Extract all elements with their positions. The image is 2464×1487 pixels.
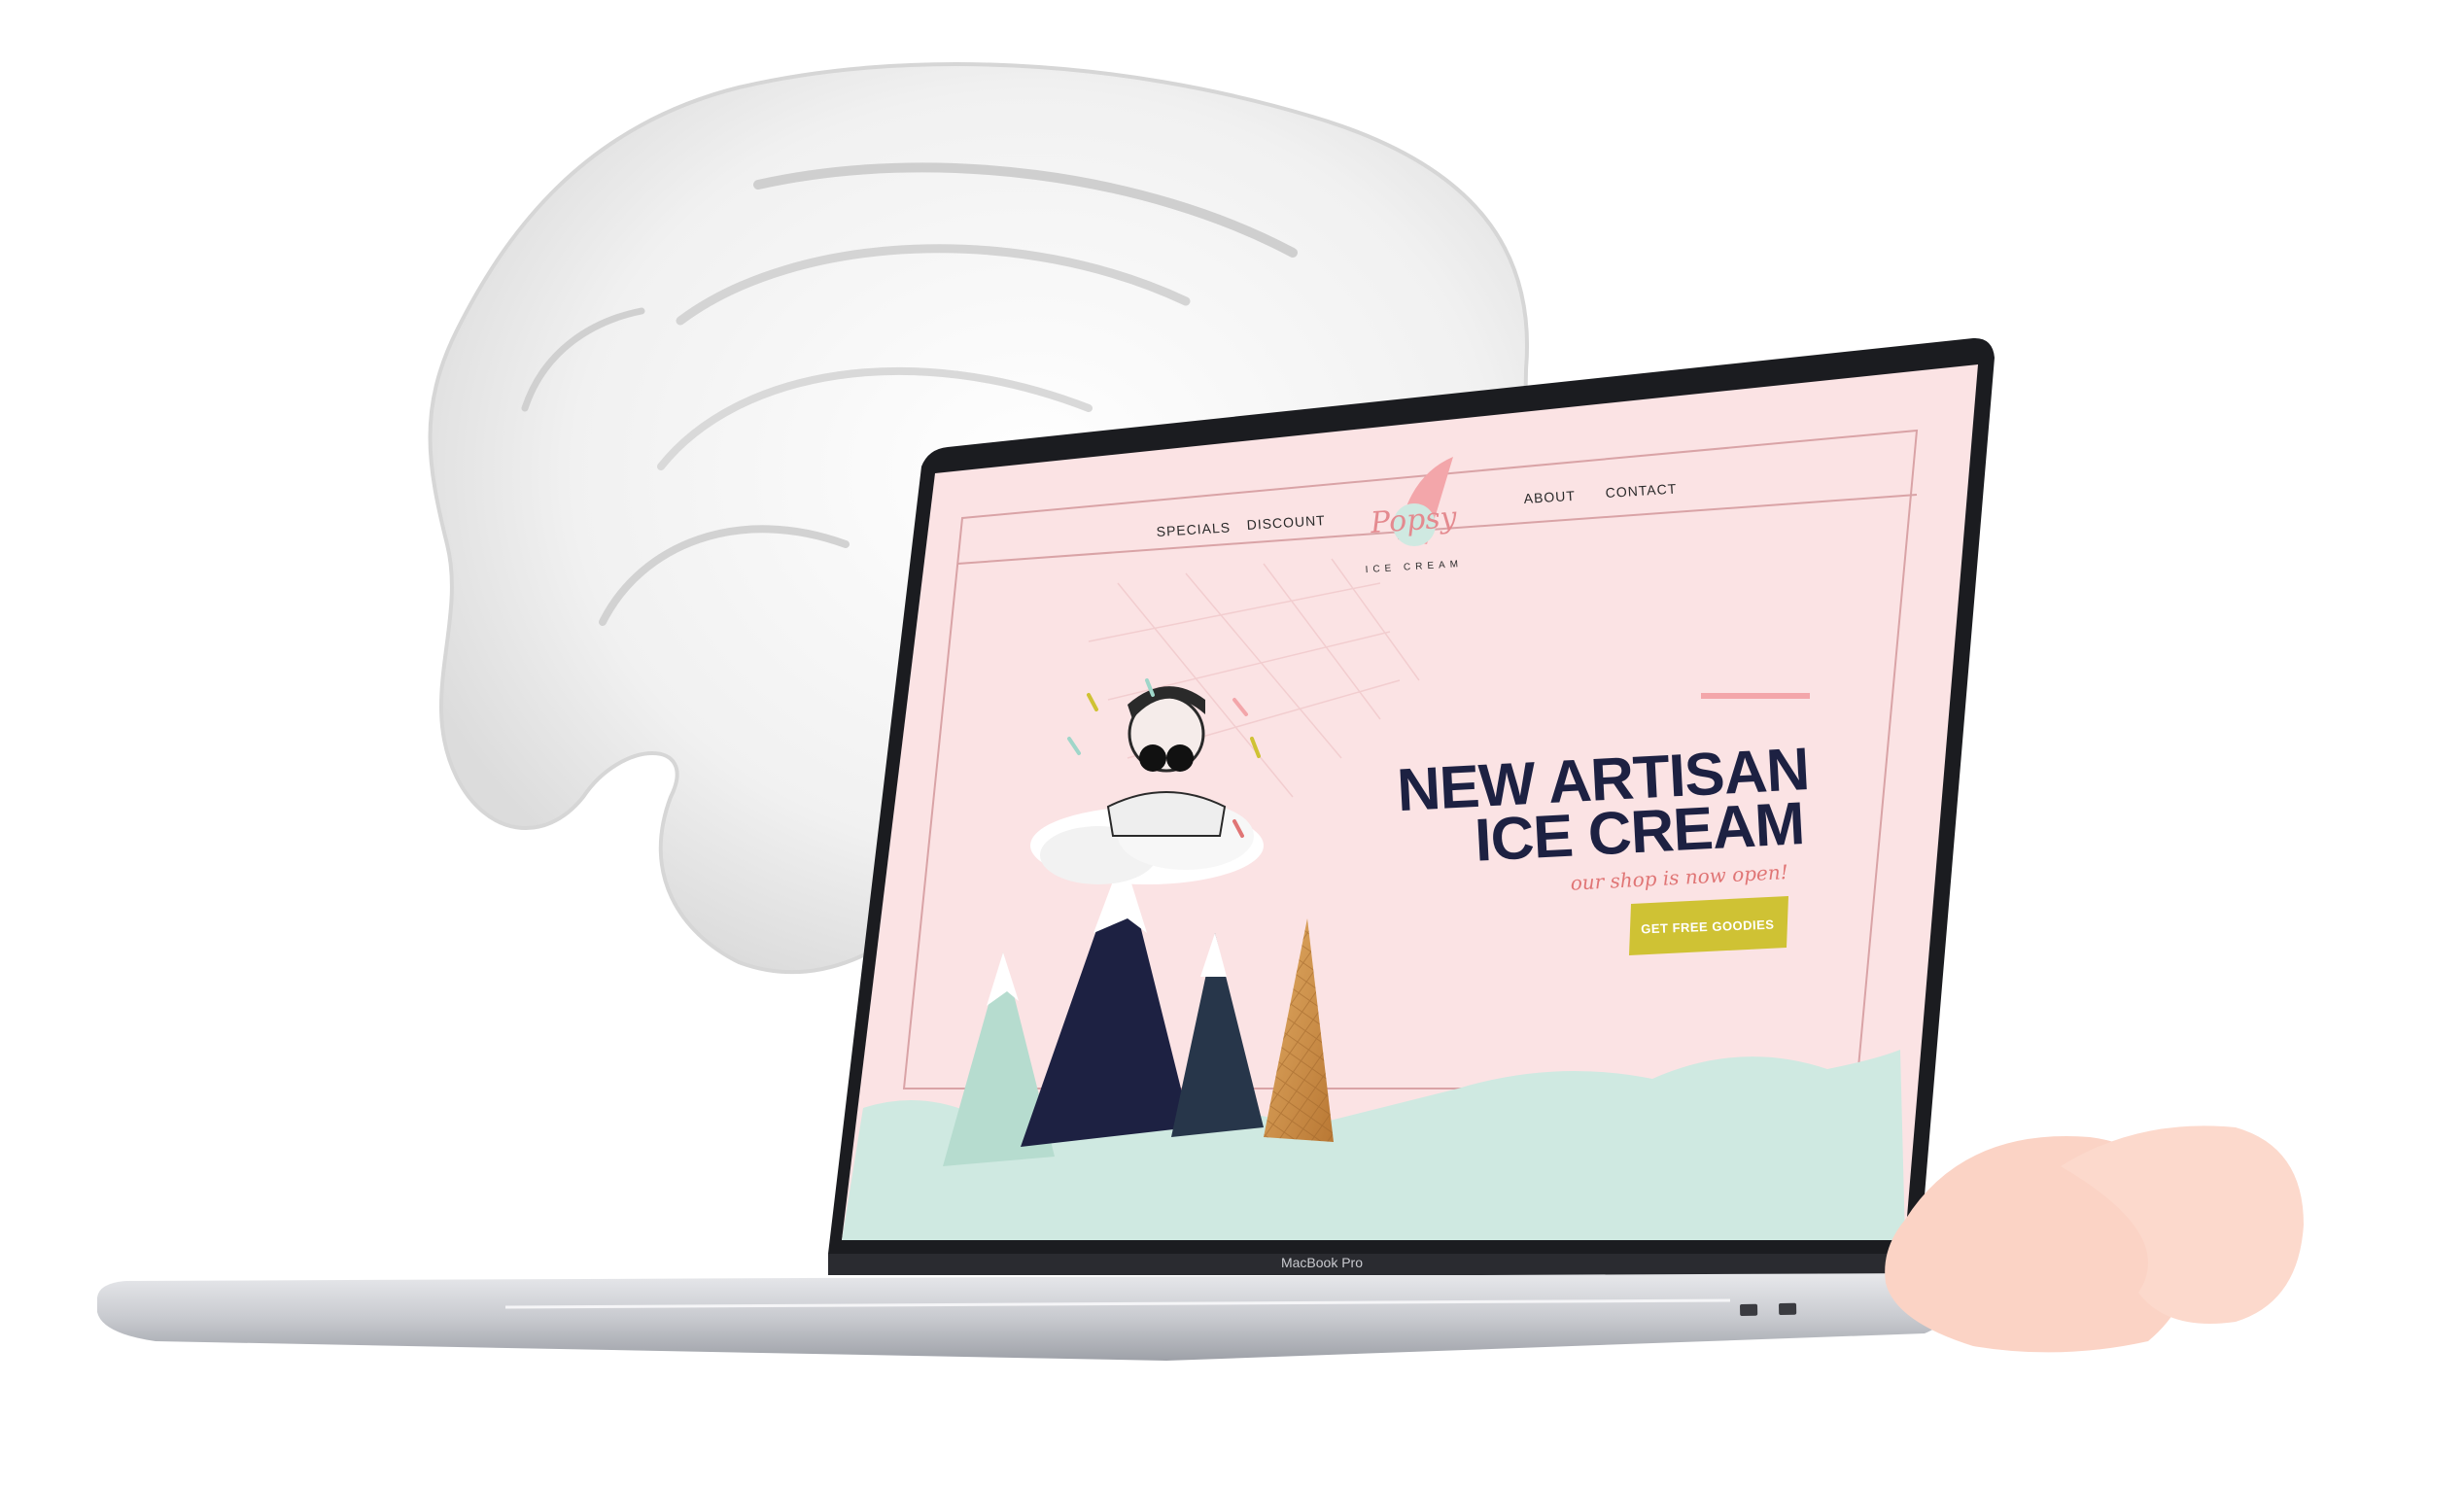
laptop-base — [97, 1254, 1956, 1361]
device-label: MacBook Pro — [1281, 1255, 1363, 1270]
peach-swatch — [1885, 1125, 2304, 1353]
nav-link-about[interactable]: ABOUT — [1523, 488, 1576, 506]
cta-button[interactable]: GET FREE GOODIES — [1629, 896, 1788, 955]
mockup-scene: GET FREE GOODIES SPECIALS DISCOUNT ABOUT… — [97, 62, 2304, 1361]
brand-script[interactable]: Popsy — [1369, 501, 1459, 540]
